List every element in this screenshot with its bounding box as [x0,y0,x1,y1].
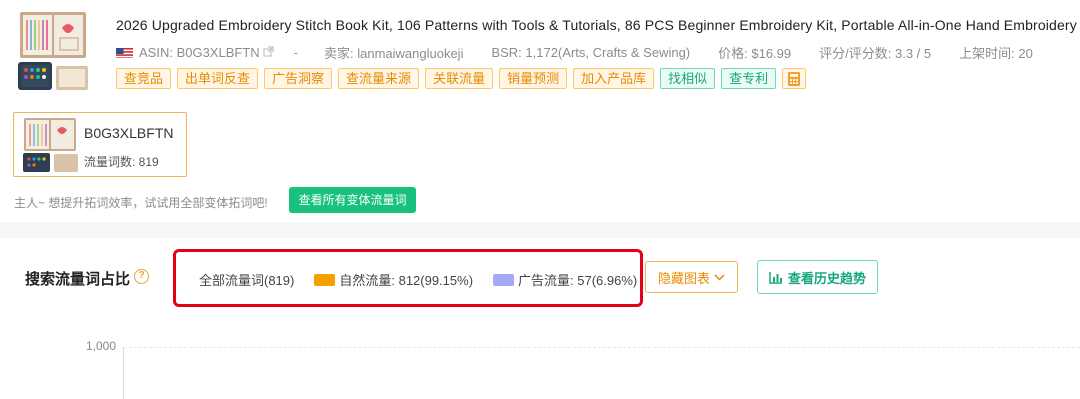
legend-ads[interactable]: 广告流量: 57(6.96%) [493,270,637,289]
legend-organic[interactable]: 自然流量: 812(99.15%) [314,270,473,289]
hide-chart-button[interactable]: 隐藏图表 [645,261,738,293]
legend-all-label: 全部流量词(819) [199,273,295,288]
section-divider [0,222,1080,238]
calculator-icon[interactable] [782,68,807,89]
variant-hint-text: 主人~ 想提升拓词效率，试试用全部变体拓词吧! [14,196,268,210]
bar-chart-icon [769,271,782,284]
price-label: 价格: $16.99 [718,46,792,61]
meta-separator: - [293,45,298,60]
tag-find-similar[interactable]: 找相似 [660,68,716,89]
tag-sales-forecast[interactable]: 销量预测 [499,68,568,89]
chevron-down-icon [714,274,725,281]
legend-organic-label: 自然流量: 812(99.15%) [339,273,474,288]
tag-order-keywords[interactable]: 出单词反查 [177,68,259,89]
tag-check-patent[interactable]: 查专利 [721,68,777,89]
ads-swatch [493,273,515,286]
legend-ads-label: 广告流量: 57(6.96%) [518,273,638,288]
chart-y-axis [123,347,124,399]
product-thumbnail[interactable] [16,10,92,92]
variant-asin: B0G3XLBFTN [84,125,174,141]
chart-legend: 全部流量词(819) 自然流量: 812(99.15%) 广告流量: 57(6.… [199,270,657,289]
y-tick-label: 1,000 [86,339,117,353]
chart-gridline [124,347,1080,348]
rating-label: 评分/评分数: 3.3 / 5 [819,46,932,61]
organic-swatch [314,273,336,286]
legend-all-keywords[interactable]: 全部流量词(819) [199,270,294,289]
view-history-trend-button[interactable]: 查看历史趋势 [757,260,878,294]
traffic-chart [0,330,1080,399]
tag-ad-insights[interactable]: 广告洞察 [264,68,333,89]
listed-date-label: 上架时间: 20 [959,46,1033,61]
product-header: 2026 Upgraded Embroidery Stitch Book Kit… [0,0,1080,100]
bsr-label: BSR: 1,172(Arts, Crafts & Sewing) [491,45,691,60]
tag-competitors[interactable]: 查竞品 [116,68,172,89]
us-flag-icon [116,47,133,58]
view-all-variants-button[interactable]: 查看所有变体流量词 [289,187,416,213]
section-title: 搜索流量词占比 [25,271,131,288]
variant-card[interactable]: B0G3XLBFTN 流量词数: 819 [13,112,187,177]
tag-traffic-source[interactable]: 查流量来源 [338,68,420,89]
hide-chart-label: 隐藏图表 [657,270,710,286]
action-tags: 查竞品 出单词反查 广告洞察 查流量来源 关联流量 销量预测 加入产品库 找相似… [116,68,807,89]
product-title[interactable]: 2026 Upgraded Embroidery Stitch Book Kit… [116,17,1077,33]
asin-label: ASIN: B0G3XLBFTN [139,45,260,60]
variant-keyword-count: 流量词数: 819 [84,155,159,169]
help-icon[interactable]: ? [134,269,149,284]
external-link-icon[interactable] [263,46,274,60]
tag-add-to-library[interactable]: 加入产品库 [573,68,655,89]
product-meta: ASIN: B0G3XLBFTN - 卖家: lanmaiwangluokeji… [116,43,1061,62]
view-history-label: 查看历史趋势 [787,270,866,286]
seller-label[interactable]: 卖家: lanmaiwangluokeji [324,43,463,62]
variant-thumbnail [22,117,82,173]
tag-related-traffic[interactable]: 关联流量 [425,68,494,89]
